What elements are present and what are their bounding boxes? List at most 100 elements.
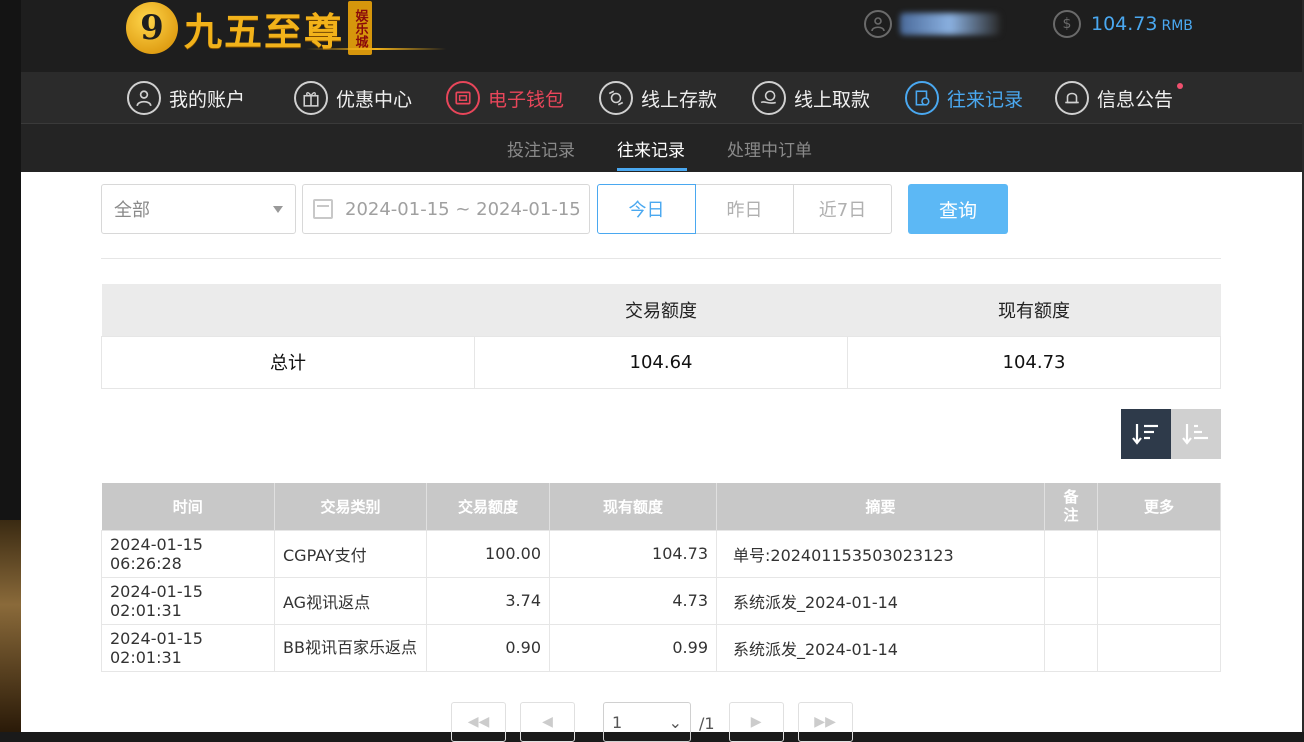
nav-online-withdraw[interactable]: 线上取款	[752, 79, 870, 117]
sub-nav: 投注记录 往来记录 处理中订单	[21, 124, 1302, 172]
yesterday-button[interactable]: 昨日	[695, 184, 794, 234]
balance-display: $ 104.73 RMB	[1053, 10, 1193, 38]
cell-time: 2024-01-15 06:26:28	[101, 529, 275, 578]
summary-header-balance: 现有额度	[847, 284, 1221, 336]
sort-desc-icon[interactable]	[1121, 409, 1171, 459]
cell-remark	[1044, 576, 1098, 625]
nav-label: 我的账户	[169, 88, 246, 111]
nav-promotions[interactable]: 优惠中心	[294, 79, 412, 117]
summary-total-label: 总计	[101, 335, 475, 389]
tab-bet-records[interactable]: 投注记录	[507, 136, 575, 161]
col-header-balance[interactable]: 现有额度	[549, 483, 717, 530]
calendar-icon	[313, 199, 333, 219]
bell-icon	[1055, 81, 1089, 115]
table-row[interactable]: 2024-01-15 06:26:28 CGPAY支付 100.00 104.7…	[101, 529, 1221, 578]
cell-summary: 单号:202401153503023123	[716, 529, 1045, 578]
cell-amount: 100.00	[426, 529, 550, 578]
cell-balance: 0.99	[549, 623, 717, 672]
nav-e-wallet[interactable]: 电子钱包	[446, 79, 564, 117]
user-info[interactable]	[864, 10, 1000, 38]
page-select[interactable]: 1 ⌄	[603, 702, 691, 742]
table-row[interactable]: 2024-01-15 02:01:31 BB视讯百家乐返点 0.90 0.99 …	[101, 623, 1221, 672]
nav-transaction-records[interactable]: 往来记录	[905, 79, 1023, 117]
cell-amount: 3.74	[426, 576, 550, 625]
cell-remark	[1044, 623, 1098, 672]
nav-online-deposit[interactable]: 线上存款	[599, 79, 717, 117]
dollar-icon: $	[1053, 10, 1081, 38]
nav-label: 信息公告	[1097, 88, 1174, 111]
next-page-icon[interactable]: ▶	[728, 702, 784, 742]
deposit-icon	[599, 81, 633, 115]
cell-summary: 系统派发_2024-01-14	[716, 576, 1045, 625]
page-total: /1	[699, 714, 715, 733]
gift-icon	[294, 81, 328, 115]
main-nav: 我的账户 优惠中心 电子钱包 线上存款 线上取款 往来记录 信息公告	[21, 72, 1302, 124]
pagination: ◀◀ ◀ 1 ⌄ /1 ▶ ▶▶	[451, 702, 867, 742]
user-icon	[127, 81, 161, 115]
user-icon	[864, 10, 892, 38]
records-icon	[905, 81, 939, 115]
table-row[interactable]: 2024-01-15 02:01:31 AG视讯返点 3.74 4.73 系统派…	[101, 576, 1221, 625]
col-header-more[interactable]: 更多	[1097, 483, 1221, 530]
cell-type: AG视讯返点	[274, 576, 427, 625]
cell-more[interactable]	[1097, 623, 1221, 672]
logo-tag: 娱乐城	[348, 1, 373, 55]
query-button[interactable]: 查询	[908, 184, 1008, 234]
balance-value: 104.73	[1091, 13, 1158, 35]
col-header-type[interactable]: 交易类别	[274, 483, 427, 530]
username-redacted	[900, 13, 1000, 35]
first-page-icon[interactable]: ◀◀	[451, 702, 506, 742]
withdraw-icon	[752, 81, 786, 115]
summary-table: 交易额度 现有额度 总计 104.64 104.73	[101, 284, 1221, 389]
cell-type: BB视讯百家乐返点	[274, 623, 427, 672]
chevron-down-icon: ⌄	[668, 712, 682, 732]
summary-header-amount: 交易额度	[474, 284, 848, 336]
side-banner-image	[0, 520, 21, 732]
chevron-down-icon	[273, 206, 283, 213]
date-range-picker[interactable]: 2024-01-15 ~ 2024-01-15	[302, 184, 590, 234]
tab-transaction-records[interactable]: 往来记录	[617, 136, 685, 161]
cell-amount: 0.90	[426, 623, 550, 672]
cell-time: 2024-01-15 02:01:31	[101, 576, 275, 625]
brand-logo[interactable]: 9 九五至尊 娱乐城	[126, 0, 446, 56]
col-header-amount[interactable]: 交易额度	[426, 483, 550, 530]
cell-more[interactable]	[1097, 529, 1221, 578]
nav-label: 线上存款	[641, 88, 718, 111]
last-7-days-button[interactable]: 近7日	[793, 184, 892, 234]
col-header-time[interactable]: 时间	[101, 483, 275, 530]
cell-remark	[1044, 529, 1098, 578]
nav-label: 优惠中心	[336, 88, 413, 111]
quick-date-segments: 今日 昨日 近7日	[597, 184, 892, 234]
notification-dot	[1177, 83, 1184, 89]
prev-page-icon[interactable]: ◀	[520, 702, 575, 742]
today-button[interactable]: 今日	[597, 184, 696, 234]
active-tab-indicator	[617, 168, 687, 171]
wallet-icon	[446, 81, 480, 115]
nav-label: 往来记录	[947, 88, 1024, 111]
cell-more[interactable]	[1097, 576, 1221, 625]
cell-balance: 4.73	[549, 576, 717, 625]
logo-divider	[306, 48, 446, 50]
page-select-value: 1	[612, 712, 623, 732]
sort-asc-icon[interactable]	[1171, 409, 1221, 459]
sort-controls	[1121, 409, 1221, 459]
last-page-icon[interactable]: ▶▶	[797, 702, 853, 742]
cell-summary: 系统派发_2024-01-14	[716, 623, 1045, 672]
summary-total-balance: 104.73	[847, 335, 1221, 389]
content-panel: 全部 2024-01-15 ~ 2024-01-15 今日 昨日 近7日 查询 …	[21, 172, 1302, 742]
col-header-summary[interactable]: 摘要	[716, 483, 1045, 530]
type-select[interactable]: 全部	[101, 184, 296, 234]
nav-label: 线上取款	[794, 88, 871, 111]
cell-time: 2024-01-15 02:01:31	[101, 623, 275, 672]
summary-total-amount: 104.64	[474, 335, 848, 389]
nav-my-account[interactable]: 我的账户	[127, 79, 245, 117]
divider	[101, 258, 1221, 259]
cell-type: CGPAY支付	[274, 529, 427, 578]
nav-label: 电子钱包	[488, 88, 565, 111]
tab-pending-orders[interactable]: 处理中订单	[727, 136, 812, 161]
logo-mark: 9	[126, 2, 178, 54]
transactions-table: 时间 交易类别 交易额度 现有额度 摘要 备注 更多 2024-01-15 06…	[101, 483, 1221, 672]
nav-announcements[interactable]: 信息公告	[1055, 79, 1184, 117]
col-header-remark[interactable]: 备注	[1044, 483, 1098, 530]
date-range-value: 2024-01-15 ~ 2024-01-15	[345, 198, 581, 220]
